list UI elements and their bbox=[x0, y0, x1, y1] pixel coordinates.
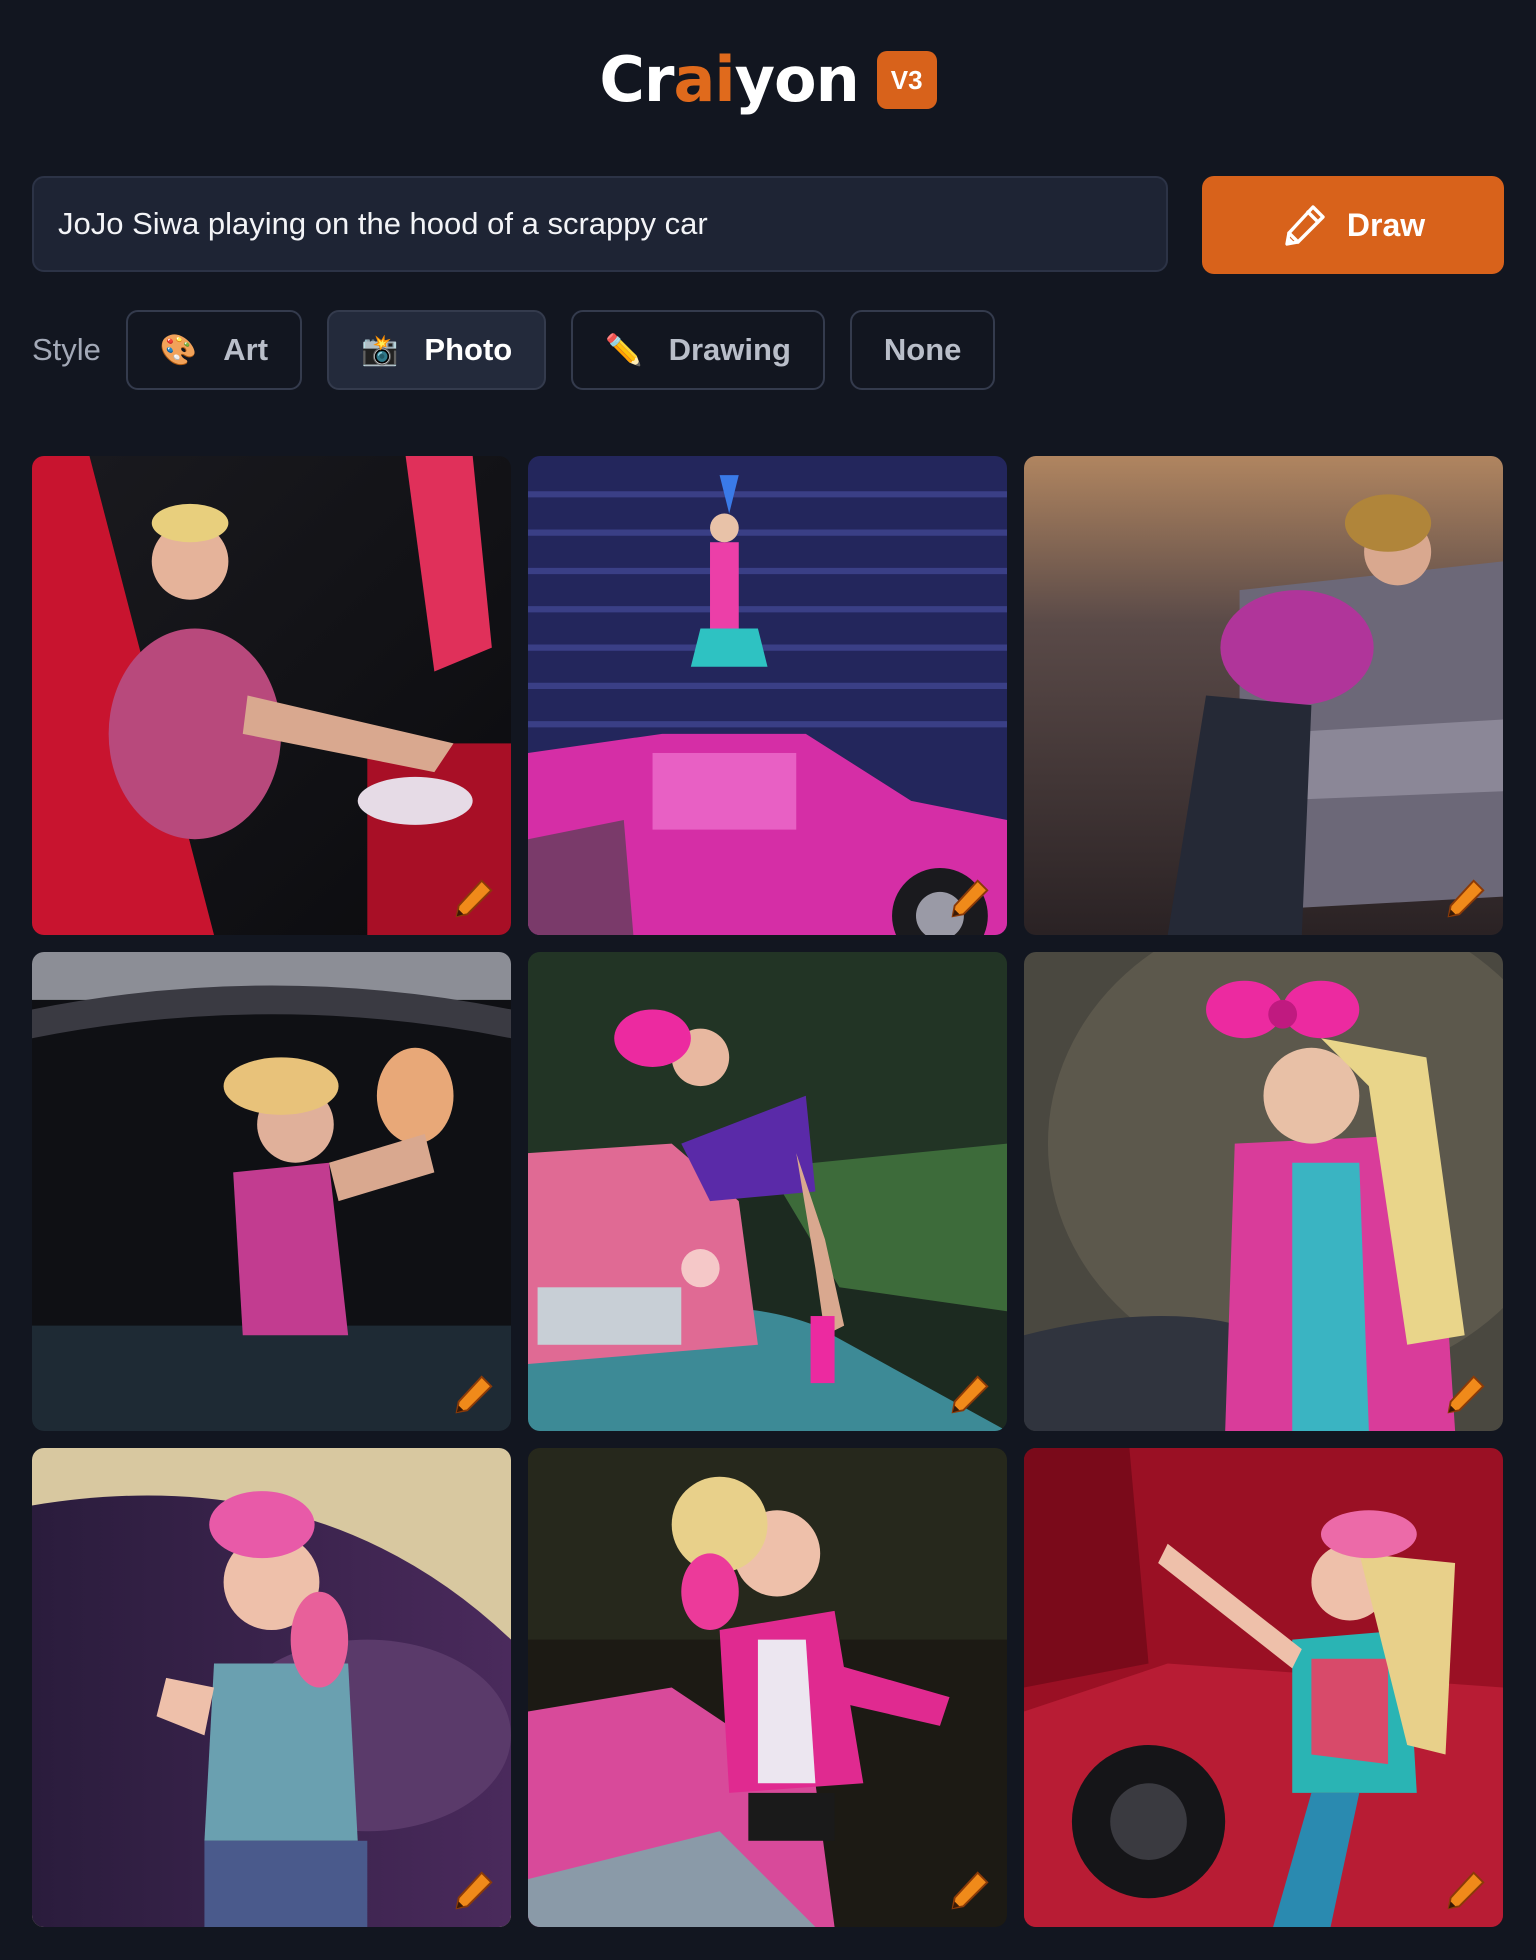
edit-pencil-icon[interactable] bbox=[451, 1371, 497, 1417]
result-image-9[interactable] bbox=[1024, 1448, 1503, 1927]
style-option-drawing[interactable]: ✏️ Drawing bbox=[571, 310, 825, 390]
result-image-1[interactable] bbox=[32, 456, 511, 935]
edit-pencil-icon[interactable] bbox=[451, 875, 497, 921]
result-image-2[interactable] bbox=[528, 456, 1007, 935]
style-option-art[interactable]: 🎨 Art bbox=[125, 310, 303, 390]
generated-image bbox=[528, 456, 1007, 935]
result-image-8[interactable] bbox=[528, 1448, 1007, 1927]
generated-image bbox=[1024, 1448, 1503, 1927]
results-grid bbox=[32, 456, 1504, 1927]
style-label: Style bbox=[32, 332, 101, 367]
edit-pencil-icon[interactable] bbox=[947, 875, 993, 921]
result-image-6[interactable] bbox=[1024, 952, 1503, 1431]
result-image-7[interactable] bbox=[32, 1448, 511, 1927]
generated-image bbox=[528, 952, 1007, 1431]
edit-pencil-icon[interactable] bbox=[947, 1867, 993, 1913]
draw-button-label: Draw bbox=[1346, 206, 1426, 243]
style-option-photo[interactable]: 📸 Photo bbox=[327, 310, 547, 390]
style-option-label: Photo bbox=[424, 332, 513, 367]
style-option-label: Art bbox=[223, 332, 269, 367]
edit-pencil-icon[interactable] bbox=[1443, 875, 1489, 921]
generated-image bbox=[32, 952, 511, 1431]
pencil-icon: ✏️ bbox=[605, 333, 643, 367]
camera-icon: 📸 bbox=[361, 333, 399, 367]
edit-pencil-icon[interactable] bbox=[947, 1371, 993, 1417]
result-image-4[interactable] bbox=[32, 952, 511, 1431]
result-image-5[interactable] bbox=[528, 952, 1007, 1431]
style-option-label: Drawing bbox=[668, 332, 791, 367]
edit-pencil-icon[interactable] bbox=[1443, 1867, 1489, 1913]
header: Craiyon V3 bbox=[0, 42, 1536, 118]
style-option-label: None bbox=[883, 332, 962, 367]
result-image-3[interactable] bbox=[1024, 456, 1503, 935]
palette-icon: 🎨 bbox=[159, 333, 198, 367]
generated-image bbox=[32, 456, 511, 935]
style-option-none[interactable]: None bbox=[849, 310, 996, 390]
craiyon-page: Craiyon V3 Draw Style 🎨 Art 📸 Photo ✏️ D… bbox=[0, 0, 1536, 1960]
prompt-input[interactable] bbox=[32, 176, 1168, 272]
edit-pencil-icon[interactable] bbox=[451, 1867, 497, 1913]
generated-image bbox=[528, 1448, 1007, 1927]
generated-image bbox=[1024, 952, 1503, 1431]
pencil-icon bbox=[1285, 205, 1325, 246]
generated-image bbox=[32, 1448, 511, 1927]
style-selector: Style 🎨 Art 📸 Photo ✏️ Drawing None bbox=[32, 308, 1020, 392]
edit-pencil-icon[interactable] bbox=[1443, 1371, 1489, 1417]
version-badge: V3 bbox=[876, 51, 937, 109]
draw-button[interactable]: Draw bbox=[1202, 176, 1504, 274]
generated-image bbox=[1024, 456, 1503, 935]
craiyon-logo[interactable]: Craiyon bbox=[599, 42, 859, 118]
